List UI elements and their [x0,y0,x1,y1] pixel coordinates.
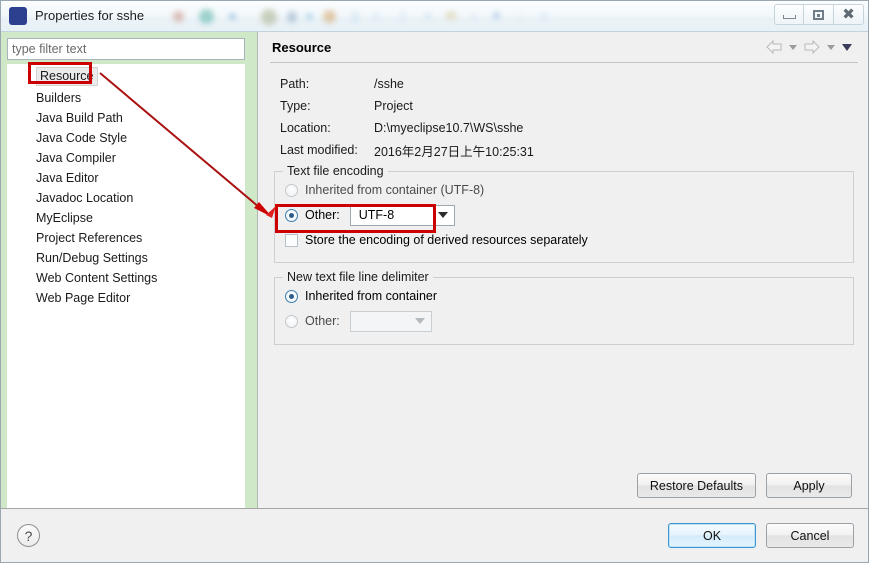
desktop-bleed-dot [399,10,406,23]
store-derived-row[interactable]: Store the encoding of derived resources … [285,228,843,252]
page-nav-icons [766,40,858,54]
delimiter-combo[interactable] [350,311,432,332]
chevron-down-icon [438,212,448,218]
chevron-down-icon [415,318,425,324]
sidebar-item-builders[interactable]: Builders [7,88,245,108]
tree-row: Resource [7,67,245,88]
sidebar-item-project-references[interactable]: Project References [7,228,245,248]
encoding-combo[interactable]: UTF-8 [350,205,455,226]
property-value: /sshe [374,77,404,91]
desktop-bleed-dot [541,13,547,19]
sidebar-item-resource[interactable]: Resource [36,67,98,86]
delimiter-other-label: Other: [305,314,340,328]
sidebar-item-web-content-settings[interactable]: Web Content Settings [7,268,245,288]
property-value: Project [374,99,413,113]
delimiter-other-radio[interactable] [285,315,298,328]
filter-input[interactable]: type filter text [7,38,245,60]
settings-tree-panel: type filter text Resource Builders Java … [1,32,257,508]
desktop-bleed-dot [351,10,359,24]
encoding-other-label: Other: [305,208,340,222]
sidebar-item-java-build-path[interactable]: Java Build Path [7,108,245,128]
property-row-location: Location: D:\myeclipse10.7\WS\sshe [280,117,858,139]
back-history-chevron-down-icon[interactable] [789,45,797,50]
delimiter-inherited-label: Inherited from container [305,289,437,303]
minimize-icon [783,15,796,19]
desktop-bleed-dot [445,11,457,20]
minimize-button[interactable] [774,4,804,25]
delimiter-other-row[interactable]: Other: [285,308,843,334]
desktop-bleed-dot [261,9,277,25]
filter-input-text: type filter text [12,42,86,56]
encoding-inherited-radio[interactable] [285,184,298,197]
title-bar: 𝒼 Properties for sshe ✖ [1,1,868,32]
desktop-bleed-dot [373,13,379,19]
page-title: Resource [270,40,331,55]
dialog-footer: ? OK Cancel [1,508,868,562]
desktop-bleed-dot [425,13,431,19]
properties-dialog: 𝒼 Properties for sshe ✖ type filter text… [0,0,869,563]
sidebar-item-javadoc-location[interactable]: Javadoc Location [7,188,245,208]
maximize-button[interactable] [804,4,834,25]
delimiter-inherited-row[interactable]: Inherited from container [285,284,843,308]
sidebar-item-java-code-style[interactable]: Java Code Style [7,128,245,148]
page-header: Resource [270,40,858,63]
property-value: 2016年2月27日上午10:25:31 [374,141,534,160]
sidebar-item-java-compiler[interactable]: Java Compiler [7,148,245,168]
resource-page: Resource Path: /sshe Type: Project Locat… [257,32,868,508]
dialog-content: type filter text Resource Builders Java … [1,32,868,508]
desktop-bleed-dot [287,11,297,23]
close-button[interactable]: ✖ [834,4,864,25]
close-icon: ✖ [842,7,855,22]
encoding-inherited-row[interactable]: Inherited from container (UTF-8) [285,178,843,202]
desktop-bleed-dot [199,9,214,24]
property-label: Path: [280,77,374,91]
desktop-bleed-dot [229,13,236,20]
sidebar-item-java-editor[interactable]: Java Editor [7,168,245,188]
desktop-bleed-dot [306,13,313,20]
encoding-other-radio[interactable] [285,209,298,222]
forward-history-chevron-down-icon[interactable] [827,45,835,50]
sidebar-item-run-debug-settings[interactable]: Run/Debug Settings [7,248,245,268]
back-arrow-icon[interactable] [766,40,782,54]
property-value: D:\myeclipse10.7\WS\sshe [374,121,523,135]
window-title: Properties for sshe [35,8,144,23]
property-label: Location: [280,121,374,135]
desktop-bleed-dot [519,14,524,19]
encoding-other-row[interactable]: Other: UTF-8 [285,202,843,228]
apply-button[interactable]: Apply [766,473,852,498]
property-label: Type: [280,99,374,113]
restore-defaults-button[interactable]: Restore Defaults [637,473,756,498]
property-label: Last modified: [280,143,374,157]
desktop-bleed-dot [323,10,336,23]
text-file-encoding-group: Text file encoding Inherited from contai… [274,171,854,263]
desktop-bleed-dot [471,14,476,19]
group-title: Text file encoding [283,164,388,178]
eclipse-icon: 𝒼 [9,7,27,25]
encoding-combo-value: UTF-8 [359,208,394,222]
page-action-buttons: Restore Defaults Apply [270,473,858,508]
store-derived-label: Store the encoding of derived resources … [305,233,588,247]
ok-button[interactable]: OK [668,523,756,548]
resource-properties: Path: /sshe Type: Project Location: D:\m… [270,63,858,165]
property-row-path: Path: /sshe [280,73,858,95]
settings-tree[interactable]: Resource Builders Java Build Path Java C… [7,64,245,508]
footer-buttons: OK Cancel [668,523,854,548]
property-row-last-modified: Last modified: 2016年2月27日上午10:25:31 [280,139,858,161]
group-title: New text file line delimiter [283,270,433,284]
help-icon[interactable]: ? [17,524,40,547]
sidebar-item-myeclipse[interactable]: MyEclipse [7,208,245,228]
delimiter-inherited-radio[interactable] [285,290,298,303]
line-delimiter-group: New text file line delimiter Inherited f… [274,277,854,345]
forward-arrow-icon[interactable] [804,40,820,54]
maximize-icon [813,10,824,20]
sidebar-item-web-page-editor[interactable]: Web Page Editor [7,288,245,308]
property-row-type: Type: Project [280,95,858,117]
cancel-button[interactable]: Cancel [766,523,854,548]
view-menu-icon[interactable] [842,44,852,51]
desktop-bleed-dot [493,12,500,19]
window-controls: ✖ [774,4,864,26]
store-derived-checkbox[interactable] [285,234,298,247]
encoding-inherited-label: Inherited from container (UTF-8) [305,183,484,197]
desktop-bleed-dot [173,11,184,22]
